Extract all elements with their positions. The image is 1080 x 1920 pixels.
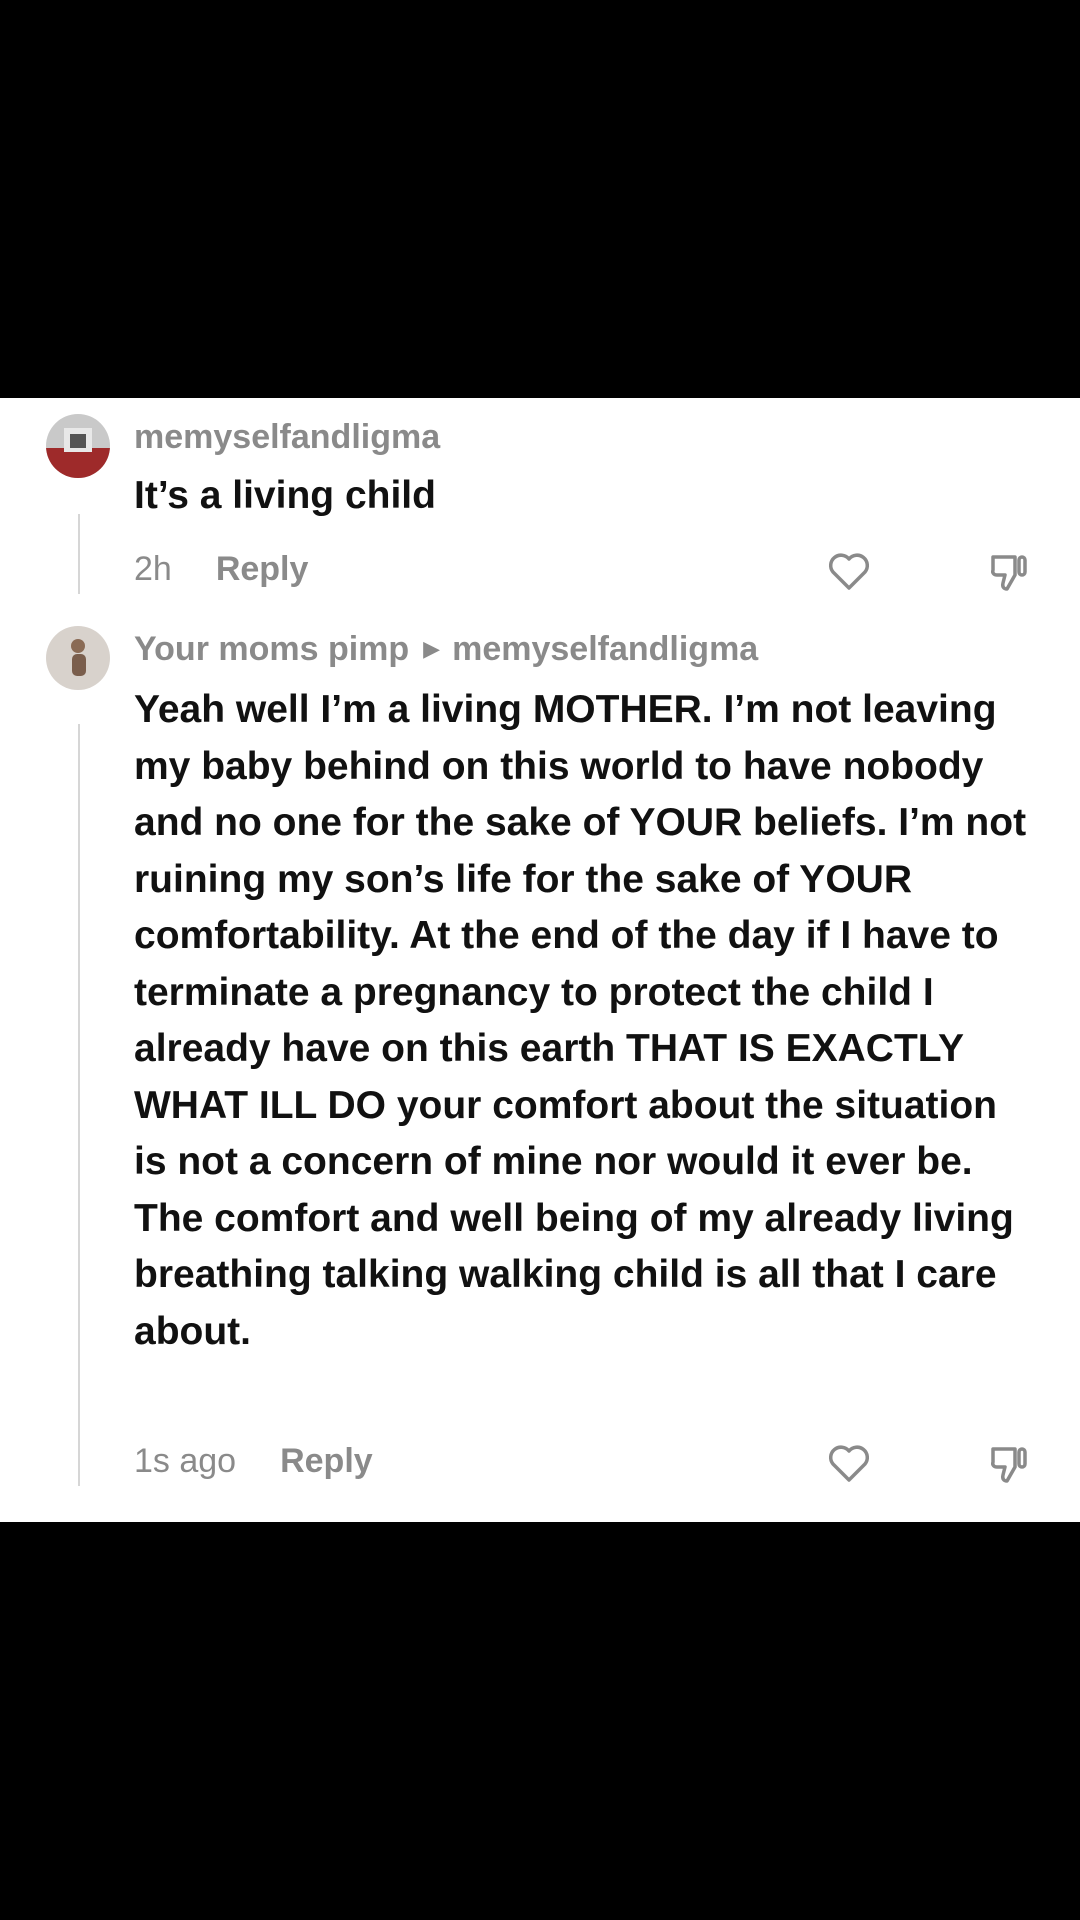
thread-line (78, 724, 80, 1486)
thumbs-down-icon[interactable] (985, 547, 1033, 595)
reply-button[interactable]: Reply (216, 550, 309, 588)
reply-arrow-icon: ▶ (423, 636, 441, 661)
heart-icon[interactable] (825, 1439, 873, 1487)
thumbs-down-icon[interactable] (985, 1439, 1033, 1487)
comments-panel: memyselfandligma It’s a living child 2h R… (0, 398, 1080, 1522)
comment-timestamp: 1s ago (134, 1442, 237, 1480)
comment-username: Your moms pimp ▶ memyselfandligma (134, 630, 758, 669)
heart-icon[interactable] (825, 547, 873, 595)
comment-text: It’s a living child (134, 474, 436, 517)
avatar[interactable] (46, 414, 110, 478)
comment-author[interactable]: Your moms pimp (134, 630, 409, 668)
comment-meta: 1s ago Reply (134, 1442, 373, 1481)
comment-timestamp: 2h (134, 550, 172, 588)
comment-text: Yeah well I’m a living MOTHER. I’m not l… (134, 688, 1027, 1353)
comment-meta: 2h Reply (134, 550, 308, 589)
thread-line (78, 514, 80, 594)
reply-to-username[interactable]: memyselfandligma (452, 630, 758, 668)
reply-button[interactable]: Reply (280, 1442, 373, 1480)
avatar[interactable] (46, 626, 110, 690)
comment-username[interactable]: memyselfandligma (134, 418, 440, 457)
